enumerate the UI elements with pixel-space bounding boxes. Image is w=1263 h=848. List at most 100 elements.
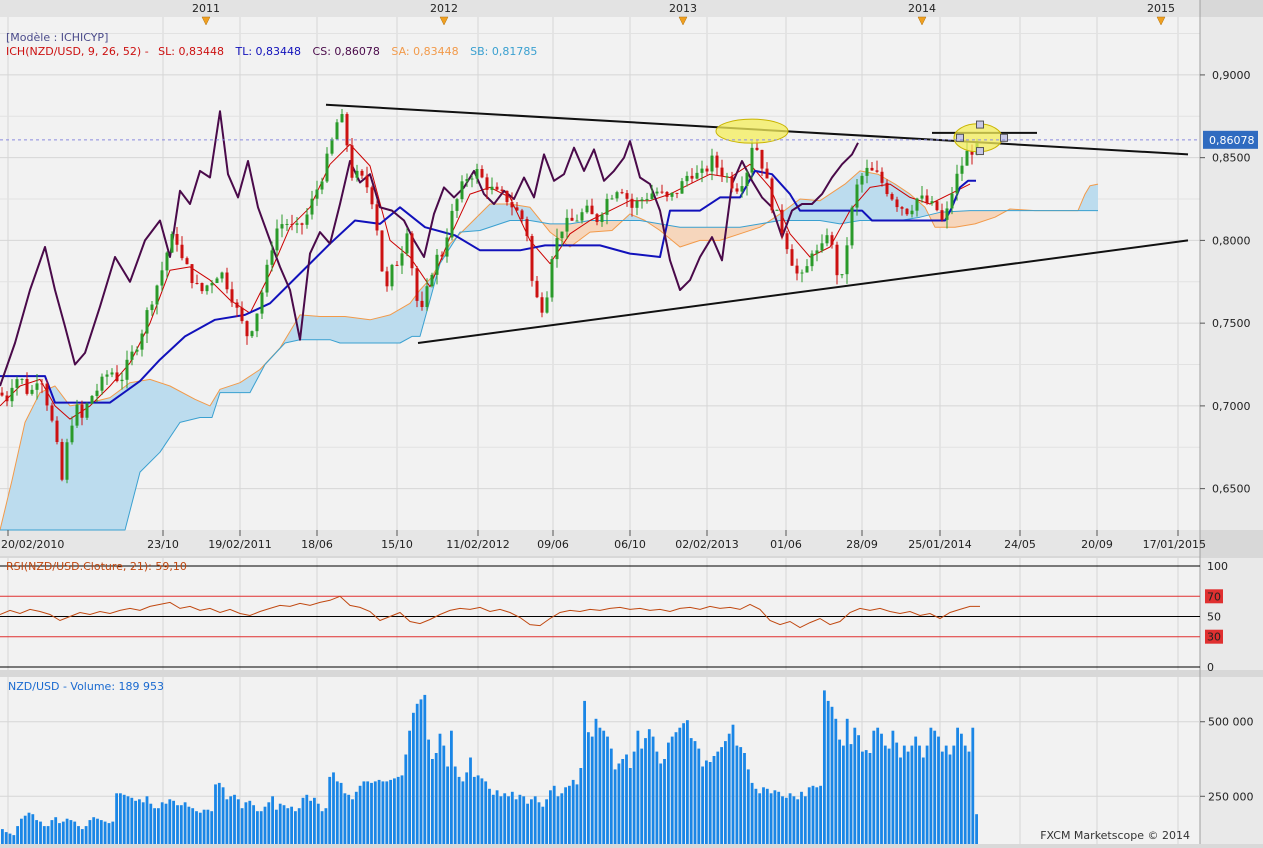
volume-bar [602, 730, 606, 844]
volume-bar [240, 808, 244, 844]
candle-up [945, 208, 949, 220]
volume-bar [906, 751, 910, 844]
volume-bar [229, 796, 233, 844]
candle-up [35, 383, 39, 390]
volume-bar [876, 727, 880, 844]
volume-bar [849, 744, 853, 844]
volume-bar [720, 747, 723, 844]
candle-down [190, 264, 194, 284]
volume-bar [925, 745, 929, 844]
candle-down [880, 171, 884, 183]
candle-up [850, 207, 854, 246]
volume-bar [77, 826, 80, 844]
candle-down [50, 405, 54, 421]
volume-bar [944, 745, 948, 844]
candle-up [670, 192, 674, 197]
volume-bar [157, 808, 160, 844]
volume-bar [678, 727, 682, 844]
volume-bar [670, 736, 674, 844]
volume-bar [784, 797, 788, 844]
volume-bar [800, 791, 803, 844]
date-tick-label: 06/10 [614, 538, 646, 551]
volume-bar [731, 724, 735, 844]
volume-bar [480, 778, 484, 844]
volume-bar [221, 787, 225, 844]
volume-bar [54, 817, 58, 844]
volume-bar [552, 785, 556, 844]
candle-down [40, 383, 44, 385]
top-date-axis-bg [0, 0, 1200, 17]
candle-up [390, 264, 394, 287]
candle-down [885, 182, 889, 195]
volume-bar [316, 803, 320, 844]
candle-down [660, 191, 664, 193]
candle-up [965, 150, 969, 166]
volume-bar [396, 776, 400, 844]
volume-bar [967, 751, 971, 844]
volume-bar [198, 812, 202, 844]
volume-bar [122, 794, 126, 844]
candle-down [520, 210, 524, 220]
volume-bar [727, 733, 731, 844]
candle-down [525, 219, 529, 237]
volume-bar [457, 776, 461, 844]
candle-up [85, 403, 89, 418]
year-marker-label: 2012 [430, 2, 458, 15]
volume-bar [689, 738, 693, 844]
volume-bar [39, 821, 42, 844]
candle-up [920, 195, 924, 199]
date-tick-label: 11/02/2012 [446, 538, 509, 551]
volume-bar [788, 793, 792, 844]
candle-down [375, 204, 379, 231]
candle-up [335, 122, 339, 140]
candle-up [865, 167, 869, 176]
candle-up [70, 425, 74, 443]
candle-down [765, 168, 769, 179]
candle-down [715, 155, 719, 168]
volume-bar [130, 797, 134, 844]
candle-down [45, 383, 49, 406]
candle-down [370, 187, 374, 205]
candle-down [505, 190, 509, 203]
rsi-level-label: 0 [1207, 661, 1214, 674]
candle-up [960, 165, 964, 174]
volume-bar [910, 745, 914, 844]
candle-down [570, 217, 574, 221]
year-marker-label: 2014 [908, 2, 936, 15]
volume-bar [80, 829, 84, 844]
volume-bar [469, 757, 472, 844]
candle-up [160, 270, 164, 286]
candle-down [540, 297, 544, 313]
volume-bar [564, 787, 567, 844]
candle-up [855, 184, 859, 208]
volume-bar [415, 703, 419, 844]
candle-down [350, 145, 354, 178]
volume-bar [952, 745, 956, 844]
volume-bar [940, 751, 944, 844]
candle-up [250, 331, 254, 337]
volume-bar [868, 753, 872, 844]
volume-bar [811, 785, 815, 844]
volume-bar [206, 809, 210, 844]
candle-up [800, 272, 804, 274]
volume-bar [354, 791, 358, 844]
candle-up [10, 387, 14, 402]
candle-up [430, 274, 434, 287]
candle-up [805, 266, 809, 273]
candle-up [125, 359, 129, 380]
candle-down [500, 189, 504, 191]
candle-up [165, 252, 169, 271]
candle-down [535, 280, 539, 298]
volume-bar [956, 727, 959, 844]
candle-up [475, 169, 479, 179]
volume-bar [533, 796, 537, 844]
volume-bar [887, 748, 891, 844]
candle-down [760, 149, 764, 169]
volume-bar [138, 799, 141, 844]
candle-up [315, 189, 319, 199]
volume-bar [773, 790, 777, 844]
candle-up [610, 198, 614, 200]
candle-up [680, 181, 684, 194]
candle-down [440, 254, 444, 257]
volume-bar [23, 815, 27, 844]
